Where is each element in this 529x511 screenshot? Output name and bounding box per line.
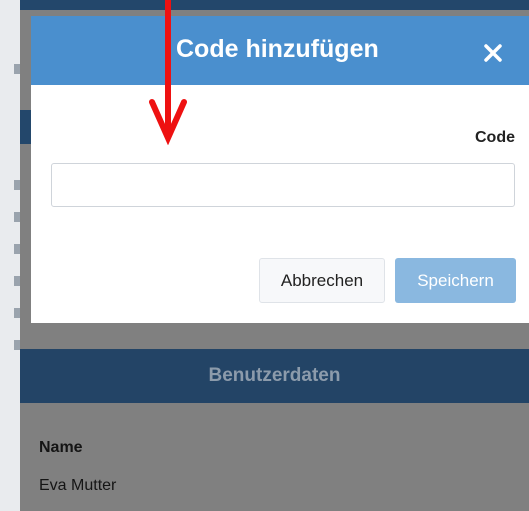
save-button[interactable]: Speichern	[395, 258, 516, 303]
name-value: Eva Mutter	[39, 477, 117, 494]
code-field-label: Code	[475, 129, 515, 146]
dialog-title: Code hinzufügen	[176, 35, 379, 63]
page-left-edge	[0, 0, 20, 511]
close-button[interactable]	[478, 38, 508, 68]
red-down-arrow-icon	[149, 0, 187, 145]
name-label: Name	[39, 439, 83, 456]
cancel-button[interactable]: Abbrechen	[259, 258, 385, 303]
add-code-dialog: Code hinzufügen Code Abbrechen Speichern	[31, 16, 529, 323]
section-title: Benutzerdaten	[208, 365, 341, 386]
dialog-header: Code hinzufügen	[31, 16, 529, 85]
background-top-band	[20, 0, 529, 10]
user-data-section-header: Benutzerdaten	[20, 349, 529, 403]
close-icon	[484, 44, 502, 62]
code-input[interactable]	[51, 163, 515, 207]
